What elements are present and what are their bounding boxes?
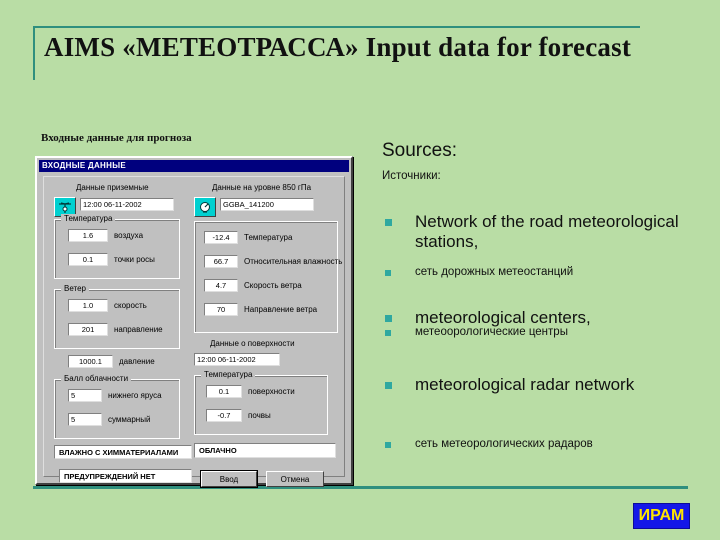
page-subtitle: Входные данные для прогноза — [41, 132, 192, 144]
cloud-group: Балл облачности — [54, 374, 180, 439]
wind-direction-field[interactable]: 201 — [68, 323, 108, 336]
relative-humidity-field[interactable]: 66.7 — [204, 255, 238, 268]
right-panel-header: Данные на уровне 850 гПа — [212, 183, 312, 192]
surface-temperature-label: поверхности — [248, 387, 295, 396]
bullet-square-icon — [385, 330, 391, 336]
bullet-square-icon — [385, 442, 391, 448]
wind-group-label: Ветер — [61, 284, 89, 293]
air-temperature-label: воздуха — [114, 231, 144, 240]
dialog-titlebar: ВХОДНЫЕ ДАННЫЕ — [39, 160, 349, 172]
cancel-button[interactable]: Отмена — [266, 471, 324, 487]
bullet-square-icon — [385, 219, 392, 226]
upper-air-file-field[interactable]: GGBA_141200 — [220, 198, 314, 211]
bullet-square-icon — [385, 315, 392, 322]
left-panel-header: Данные приземные — [76, 183, 149, 192]
logo-iram: ИРАМ — [633, 503, 690, 529]
upper-temperature-field[interactable]: -12.4 — [204, 231, 238, 244]
wind-speed-field[interactable]: 1.0 — [68, 299, 108, 312]
bullet-square-icon — [385, 382, 392, 389]
list-item-label-en: meteorological radar network — [415, 375, 635, 394]
dew-point-field[interactable]: 0.1 — [68, 253, 108, 266]
soil-temperature-field[interactable]: -0.7 — [206, 409, 242, 422]
cloud-low-field[interactable]: 5 — [68, 389, 102, 402]
list-item-label-ru: метеоорологические центры — [415, 326, 568, 338]
status-humidity-field: ВЛАЖНО С ХИММАТЕРИАЛАМИ — [54, 445, 192, 459]
surface-data-datetime-field[interactable]: 12:00 06-11-2002 — [194, 353, 280, 366]
surface-data-header: Данные о поверхности — [210, 339, 295, 348]
sources-heading-ru: Источники: — [382, 170, 441, 182]
cloud-total-field[interactable]: 5 — [68, 413, 102, 426]
upper-temperature-label: Температура — [244, 233, 293, 242]
title-rule-left — [33, 26, 35, 80]
surface-temperature-field[interactable]: 0.1 — [206, 385, 242, 398]
upper-wind-speed-label: Скорость ветра — [244, 281, 302, 290]
list-item: сеть метеорологических радаров — [385, 438, 705, 452]
list-item: метеоорологические центры — [385, 326, 705, 340]
dew-point-label: точки росы — [114, 255, 155, 264]
bullet-square-icon — [385, 270, 391, 276]
wind-group: Ветер — [54, 284, 180, 349]
wind-direction-label: направление — [114, 325, 163, 334]
page-title: AIMS «МЕТЕОТРАССА» Input data for foreca… — [44, 32, 632, 62]
temperature-group-label: Температура — [61, 214, 116, 223]
surface-datetime-field[interactable]: 12:00 06-11-2002 — [80, 198, 174, 211]
temperature-group-left: Температура — [54, 214, 180, 279]
surface-temperature-group: Температура — [194, 370, 328, 435]
bottom-rule — [33, 486, 688, 489]
air-temperature-field[interactable]: 1.6 — [68, 229, 108, 242]
cloud-total-label: суммарный — [108, 415, 151, 424]
sources-heading-en: Sources: — [382, 140, 457, 161]
wind-speed-label: скорость — [114, 301, 147, 310]
pressure-label: давление — [119, 357, 155, 366]
surface-temperature-group-label: Температура — [201, 370, 256, 379]
ok-button[interactable]: Ввод — [201, 471, 257, 487]
relative-humidity-label: Относительная влажность — [244, 257, 343, 266]
upper-wind-speed-field[interactable]: 4.7 — [204, 279, 238, 292]
list-item: Network of the road meteorological stati… — [385, 212, 705, 252]
status-sky-field: ОБЛАЧНО — [194, 443, 336, 458]
dialog-body: Данные приземные 12:00 06-11-2002 Темпер… — [43, 176, 345, 487]
soil-temperature-label: почвы — [248, 411, 271, 420]
cloud-low-label: нижнего яруса — [108, 391, 162, 400]
pressure-field[interactable]: 1000.1 — [68, 355, 113, 368]
status-warning-field: ПРЕДУПРЕЖДЕНИЙ НЕТ — [59, 469, 192, 483]
input-data-dialog[interactable]: ВХОДНЫЕ ДАННЫЕ Данные приземные 12:00 06… — [35, 156, 353, 487]
list-item-label-ru: сеть дорожных метеостанций — [415, 266, 574, 278]
upper-wind-direction-label: Направление ветра — [244, 305, 318, 314]
upper-wind-direction-field[interactable]: 70 — [204, 303, 238, 316]
list-item-label-en: Network of the road meteorological stati… — [415, 212, 679, 252]
list-item: сеть дорожных метеостанций — [385, 266, 705, 280]
cloud-group-label: Балл облачности — [61, 374, 132, 383]
upper-air-icon[interactable] — [194, 197, 216, 217]
list-item-label-ru: сеть метеорологических радаров — [415, 438, 593, 450]
list-item: meteorological radar network — [385, 375, 705, 395]
